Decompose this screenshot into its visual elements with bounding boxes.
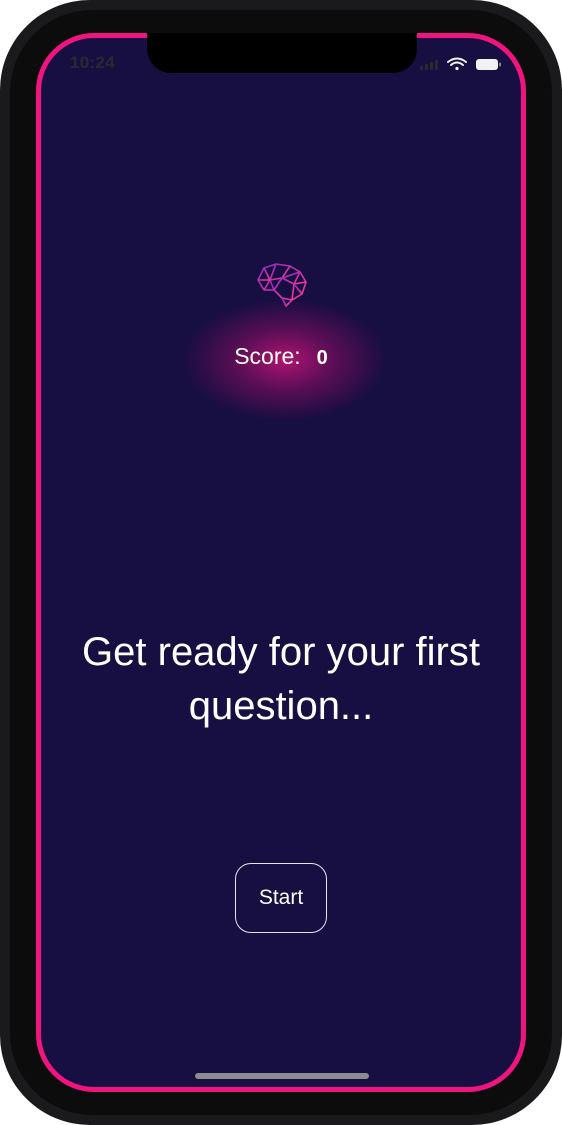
brain-icon: [257, 263, 307, 307]
camera-notch: [147, 33, 417, 73]
score-label: Score:: [234, 343, 301, 369]
score-display: Score: 0: [0, 343, 562, 370]
question-prompt: Get ready for your first question...: [82, 630, 480, 728]
signal-icon: [420, 60, 438, 70]
status-icons: [420, 57, 501, 71]
home-indicator[interactable]: [195, 1073, 369, 1079]
battery-icon: [476, 59, 501, 70]
score-value: 0: [316, 347, 328, 369]
start-button[interactable]: Start: [235, 863, 327, 933]
app-screen: [36, 33, 526, 1092]
status-time: 10:24: [70, 53, 115, 72]
wifi-icon: [447, 57, 467, 71]
